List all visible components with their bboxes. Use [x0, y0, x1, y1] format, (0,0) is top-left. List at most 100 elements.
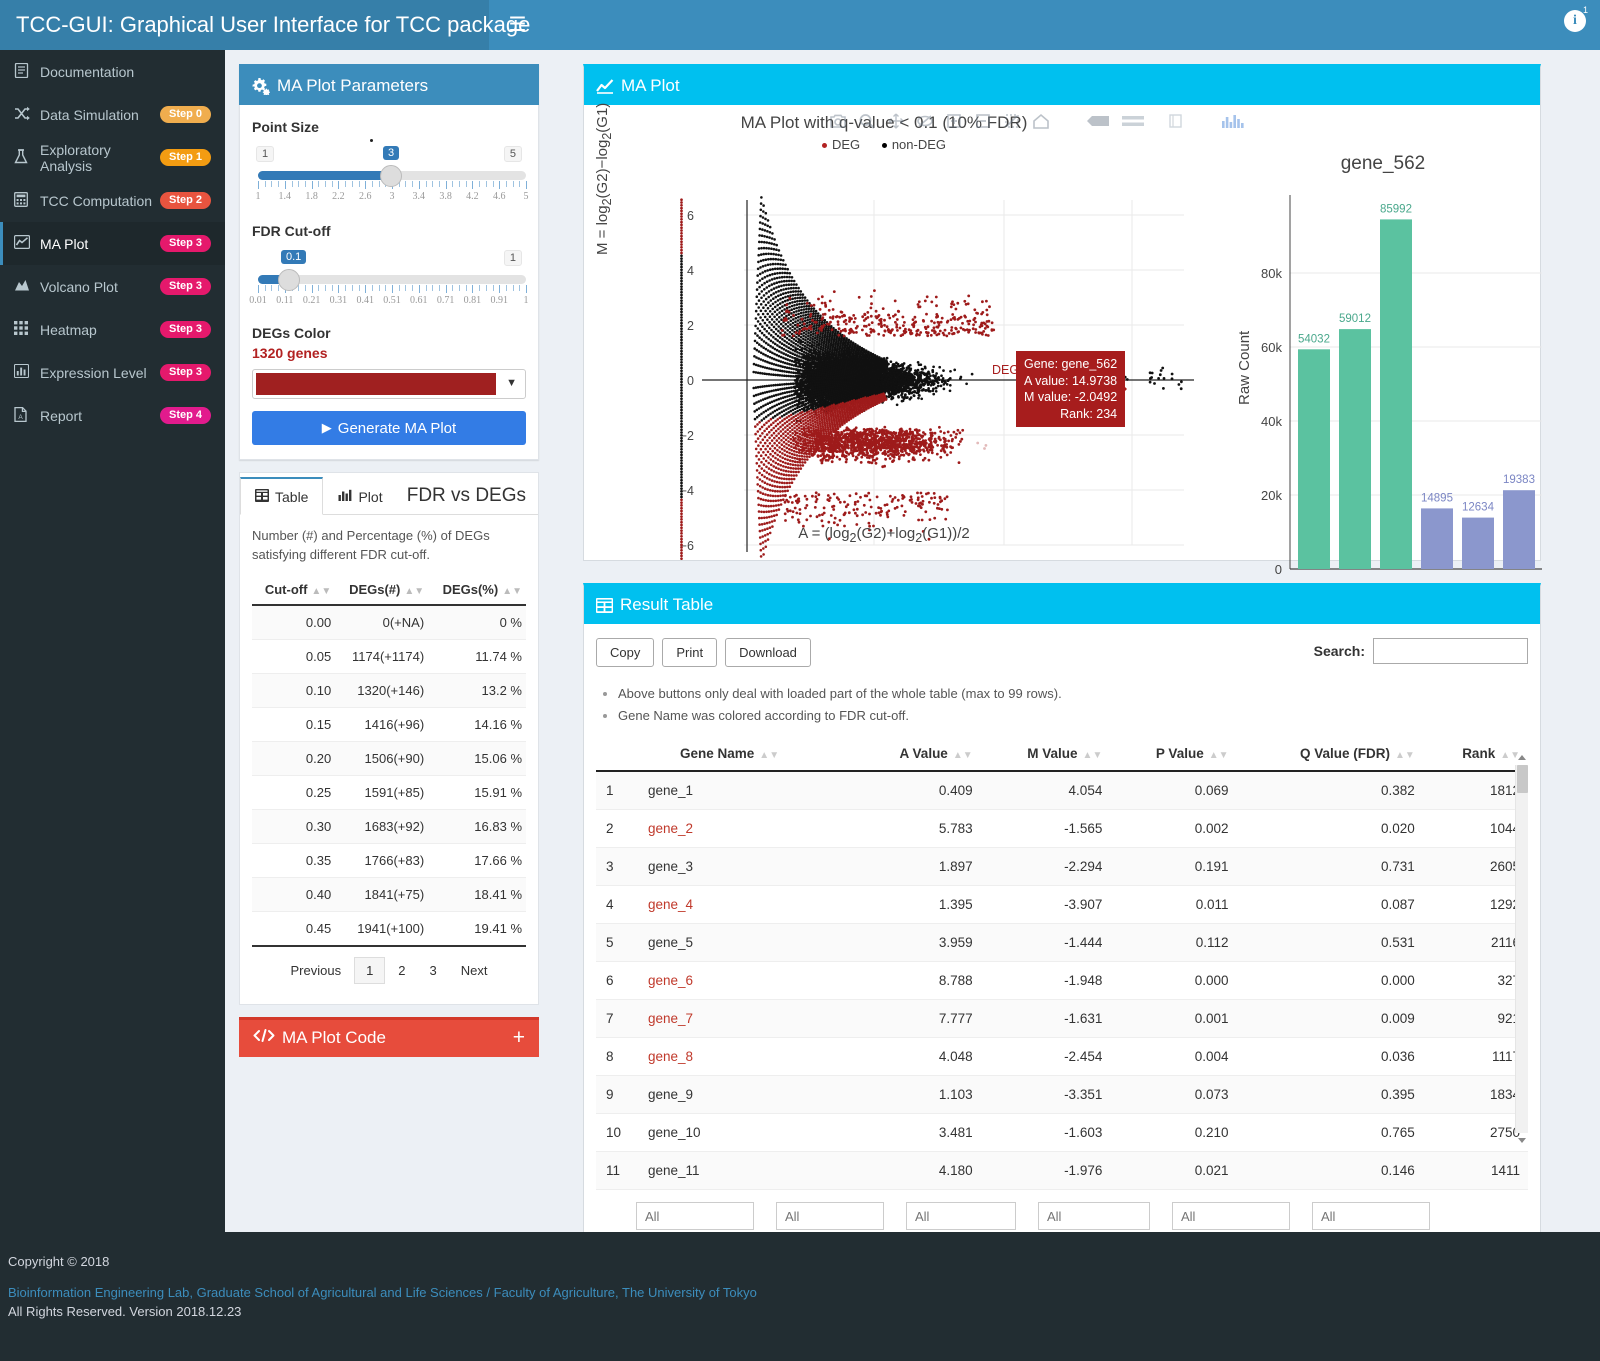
result-column-header[interactable]: A Value ▲▼: [853, 737, 981, 773]
fdr-column-header[interactable]: Cut-off ▲▼: [252, 574, 336, 606]
pan-icon[interactable]: [887, 113, 905, 132]
sort-icon[interactable]: ▲▼: [1209, 750, 1229, 761]
slider-tick-label: 3.4: [412, 191, 426, 202]
ma-plot-code-panel[interactable]: MA Plot Code +: [239, 1016, 539, 1057]
fdr-column-header[interactable]: DEGs(#) ▲▼: [335, 574, 429, 606]
fdr-cutoff-slider[interactable]: 1 0.1 0.01 0.11 0.21 0.31 0.41 0.51 0.61 0.71 0.…: [249, 249, 529, 315]
hover-closest-icon[interactable]: [1086, 114, 1110, 131]
sidebar-item-report[interactable]: A Report Step 4: [0, 394, 225, 437]
a-value-cell: 1.897: [853, 847, 981, 887]
pagination-previous[interactable]: Previous: [279, 958, 352, 983]
gene-name-cell: gene_1: [630, 771, 854, 811]
about-plotly-icon[interactable]: [1168, 114, 1184, 131]
sort-icon[interactable]: ▲▼: [502, 586, 522, 597]
generate-ma-plot-button[interactable]: ▶ Generate MA Plot: [252, 411, 526, 445]
reset-axes-icon[interactable]: [1032, 113, 1050, 132]
rank-cell: 1411: [1422, 1151, 1528, 1191]
autoscale-icon[interactable]: [1003, 113, 1021, 132]
scroll-down-icon[interactable]: [1518, 1138, 1526, 1144]
bar-chart-icon: [13, 363, 40, 381]
result-table-head-row: Gene Name ▲▼ A Value ▲▼ M Value ▲▼ P Value ▲▼ Q …: [596, 737, 1528, 773]
fdr-cell: 1320(+146): [335, 673, 429, 708]
sort-icon[interactable]: ▲▼: [311, 586, 331, 597]
sidebar-item-exploratory-analysis[interactable]: Exploratory Analysis Step 1: [0, 136, 225, 179]
q-value-cell: 0.765: [1236, 1113, 1423, 1153]
pagination-page-3[interactable]: 3: [419, 958, 448, 983]
point-size-slider[interactable]: 1 5 3 1 1.4 1.8 2.2 2.6 3 3.4 3.8 4.2 4.6 5: [252, 139, 529, 211]
sort-icon[interactable]: ▲▼: [404, 586, 424, 597]
result-column-header[interactable]: P Value ▲▼: [1110, 737, 1237, 773]
m-value-cell: 4.054: [980, 771, 1111, 811]
sidebar-item-heatmap[interactable]: Heatmap Step 3: [0, 308, 225, 351]
fdr-cutoff-max: 1: [503, 250, 522, 266]
tab-table[interactable]: Table: [240, 477, 324, 515]
point-size-handle[interactable]: [380, 165, 402, 187]
q-value-cell: 0.731: [1236, 847, 1423, 887]
pagination-page-1[interactable]: 1: [354, 956, 386, 984]
m-value-cell: -2.294: [980, 847, 1111, 887]
tab-plot[interactable]: Plot: [323, 478, 397, 515]
scrollbar-thumb[interactable]: [1517, 765, 1528, 794]
zoom-in-icon[interactable]: [945, 113, 963, 132]
table-icon: [596, 597, 613, 613]
slider-tick-label: 0.41: [356, 295, 374, 306]
plotly-modebar[interactable]: [829, 113, 1247, 132]
gene-name-cell: gene_7: [630, 999, 854, 1039]
sidebar-item-label: MA Plot: [40, 235, 89, 252]
m-value-cell: -1.603: [980, 1113, 1111, 1153]
zoom-out-icon[interactable]: [974, 113, 992, 132]
footer-lab-link[interactable]: Bioinformation Engineering Lab, Graduate…: [8, 1285, 1600, 1300]
column-filter-input[interactable]: [1172, 1202, 1290, 1231]
result-column-header[interactable]: Q Value (FDR) ▲▼: [1236, 737, 1423, 773]
column-filter-input[interactable]: [906, 1202, 1016, 1231]
calculator-icon: [14, 191, 40, 210]
camera-icon[interactable]: [829, 113, 847, 132]
column-filter-input[interactable]: [776, 1202, 884, 1231]
svg-text:6: 6: [687, 209, 694, 223]
table-scrollbar[interactable]: [1515, 755, 1528, 1144]
sidebar-item-badge: Step 4: [159, 407, 211, 424]
toggle-spikelines-icon[interactable]: [916, 113, 934, 132]
sidebar-item-expression-level[interactable]: Expression Level Step 3: [0, 351, 225, 394]
column-filter-input[interactable]: [636, 1202, 754, 1231]
fdr-cell: 0.30: [252, 809, 336, 844]
ma-y-axis-label: M = log2(G2)−log2(G1): [594, 102, 614, 255]
sidebar-item-documentation[interactable]: Documentation: [0, 50, 225, 93]
sort-icon[interactable]: ▲▼: [953, 750, 973, 761]
plotly-logo-icon[interactable]: [1221, 113, 1247, 132]
sidebar-item-data-simulation[interactable]: Data Simulation Step 0: [0, 93, 225, 136]
chevron-down-icon[interactable]: ▼: [506, 377, 517, 389]
sidebar-item-ma-plot[interactable]: MA Plot Step 3: [0, 222, 225, 265]
sidebar-item-volcano-plot[interactable]: Volcano Plot Step 3: [0, 265, 225, 308]
result-column-header[interactable]: Gene Name ▲▼: [630, 737, 854, 773]
expand-icon[interactable]: +: [513, 1026, 525, 1050]
hamburger-icon[interactable]: ☰: [495, 0, 540, 50]
degs-color-select[interactable]: ▼: [252, 369, 526, 399]
sort-icon[interactable]: ▲▼: [759, 750, 779, 761]
ma-plot-canvas[interactable]: MA Plot with q-value < 0.1 (10% FDR) DEG…: [584, 102, 1542, 575]
zoom-icon[interactable]: [858, 113, 876, 132]
print-button[interactable]: Print: [662, 638, 718, 667]
hover-compare-icon[interactable]: [1121, 114, 1145, 131]
fdr-cell: 13.2 %: [428, 673, 526, 708]
sort-icon[interactable]: ▲▼: [1395, 750, 1415, 761]
sort-icon[interactable]: ▲▼: [1083, 750, 1103, 761]
q-value-cell: 0.531: [1236, 923, 1423, 963]
info-icon[interactable]: i: [1564, 10, 1586, 32]
pagination-next[interactable]: Next: [450, 958, 499, 983]
q-value-cell: 0.087: [1236, 885, 1423, 925]
gene-name-cell: gene_2: [630, 809, 854, 849]
result-column-header[interactable]: Rank ▲▼: [1422, 737, 1528, 773]
sidebar-item-tcc-computation[interactable]: TCC Computation Step 2: [0, 179, 225, 222]
pagination-page-2[interactable]: 2: [387, 958, 416, 983]
fdr-column-header[interactable]: DEGs(%) ▲▼: [428, 574, 526, 606]
copy-button[interactable]: Copy: [596, 638, 655, 667]
download-button[interactable]: Download: [725, 638, 811, 667]
scroll-up-icon[interactable]: [1518, 755, 1526, 761]
slider-tick-label: 0.61: [410, 295, 428, 306]
search-input[interactable]: [1373, 638, 1528, 664]
column-filter-input[interactable]: [1312, 1202, 1430, 1231]
result-column-header[interactable]: M Value ▲▼: [980, 737, 1111, 773]
fdr-cutoff-handle[interactable]: [278, 269, 300, 291]
column-filter-input[interactable]: [1038, 1202, 1150, 1231]
